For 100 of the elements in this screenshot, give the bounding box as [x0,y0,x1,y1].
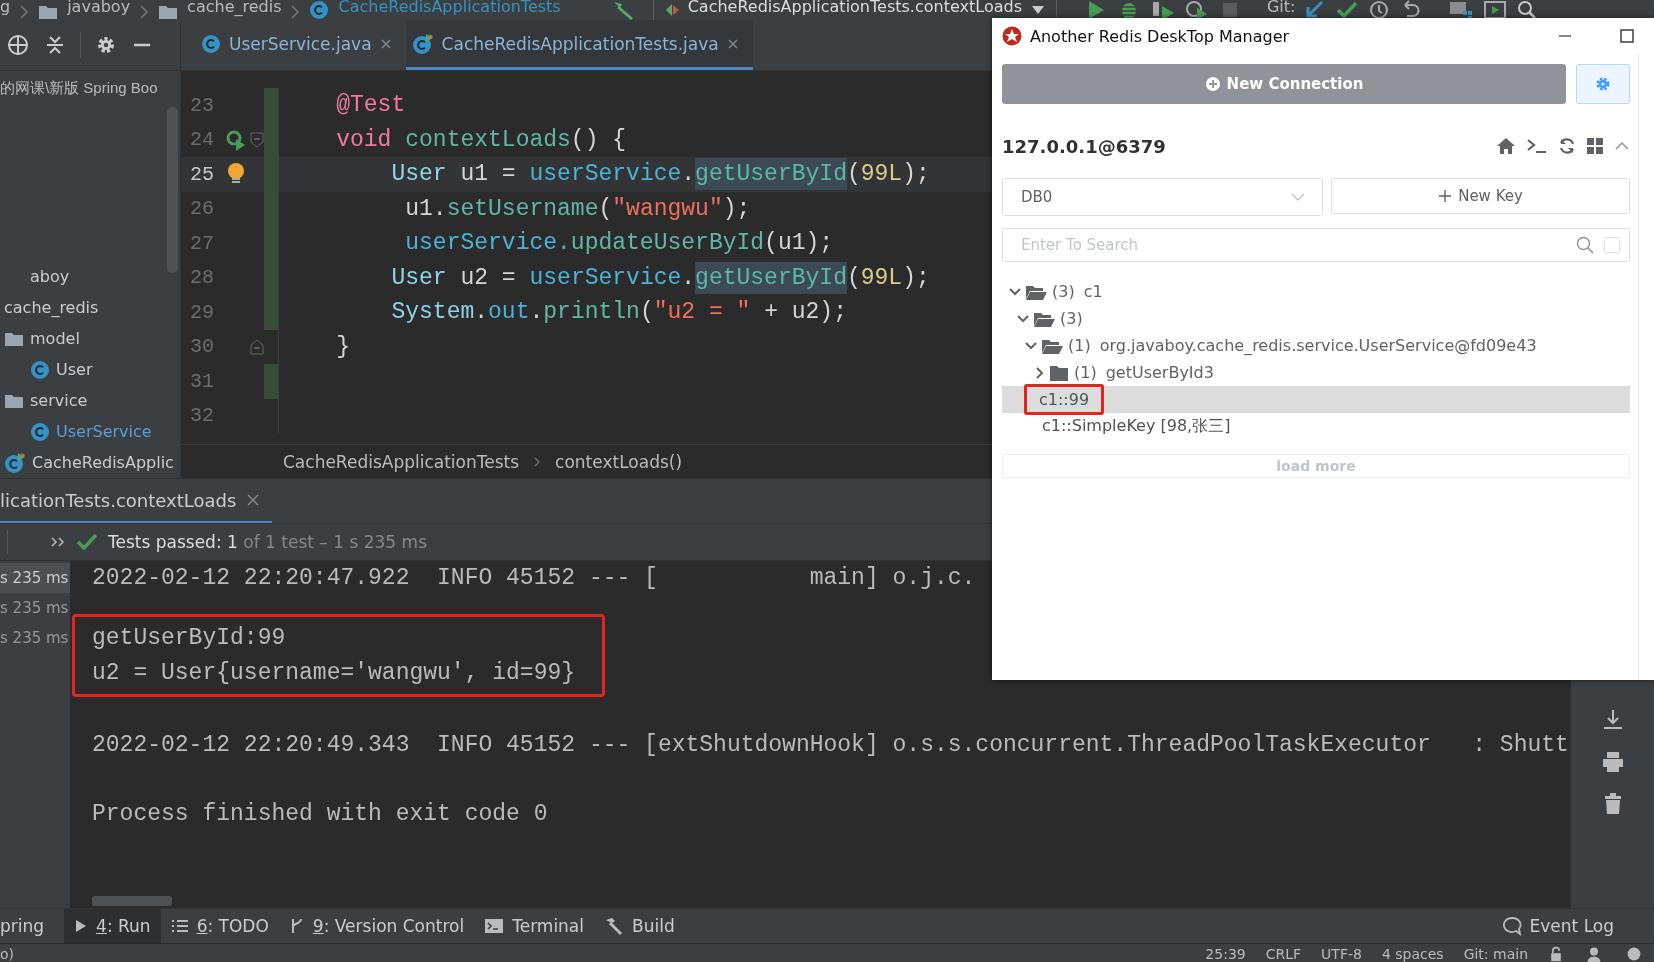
test-status: Tests passed: 1 of 1 test – 1 s 235 ms [108,532,427,552]
status-item[interactable]: UTF-8 [1321,945,1362,962]
chevron-icon [290,4,301,20]
tool-window-tab[interactable]: Build [594,909,685,943]
close-icon[interactable] [379,37,392,50]
tree-item[interactable]: (3) [1002,305,1630,332]
tool-window-tab[interactable]: 9: Version Control [278,909,475,943]
project-tree-item[interactable]: aboy [0,261,180,292]
speech-bubble-icon [1501,916,1522,936]
close-icon[interactable] [726,37,739,50]
new-key-button[interactable]: New Key [1331,178,1630,214]
breadcrumb-item[interactable]: cache_redis [187,0,282,20]
terminal-icon [484,918,505,934]
tool-window-tab[interactable]: 6: TODO [160,909,279,943]
status-item[interactable]: 25:39 [1205,945,1246,962]
database-select[interactable]: DB0 [1002,178,1323,216]
test-duration[interactable]: s 235 ms [0,563,70,593]
folder-icon [4,330,24,347]
fold-marker-icon[interactable] [250,338,265,355]
line-number: 25 [189,162,215,186]
editor-tab[interactable]: CacheRedisApplicationTests.java [405,20,753,70]
line-number: 32 [189,404,215,428]
app-logo-icon [1002,26,1022,46]
settings-icon [1595,76,1611,92]
code-line: void contextLoads() { [335,126,627,153]
breadcrumb-item[interactable]: g [0,0,11,20]
clock-icon[interactable] [1368,0,1391,20]
tree-item[interactable]: (1) getUserById3 [1002,359,1630,386]
project-tree-item[interactable]: cache_redis [0,292,180,323]
tool-window-tab[interactable]: Terminal [474,909,594,943]
terminal-icon[interactable] [1526,137,1548,155]
console-line: 2022-02-12 22:20:49.343 INFO 45152 --- [extShutdownHook] o.s.s.concurrent.ThreadPoolTaskExecutor : Shutt [92,730,1570,760]
structure-icon[interactable] [1448,0,1475,20]
plus-circle-icon [1204,76,1221,92]
code-line: User u1 = userService.getUserById(99L); [279,158,930,191]
tree-row[interactable]: c1::99 [1002,386,1630,413]
project-tree-item[interactable]: CacheRedisApplic [0,447,180,478]
breadcrumb-item[interactable]: javaboy [67,0,131,20]
line-number: 24 [189,128,215,152]
chevron-icon [533,455,542,468]
collapse-caret-icon[interactable] [1614,140,1630,152]
test-duration[interactable]: s 235 ms [0,593,70,623]
line-number: 30 [189,335,215,359]
breadcrumb-item[interactable]: contextLoads() [555,451,683,472]
project-tree-item[interactable]: model [0,323,180,354]
console-line: 2022-02-12 22:20:47.922 INFO 45152 --- [ main] o.j.c. [92,564,977,593]
line-number: 29 [189,300,215,324]
project-tree-item[interactable]: User [0,354,180,385]
check-icon[interactable] [1335,0,1360,20]
breadcrumb-item[interactable]: CacheRedisApplicationTests [283,451,520,472]
refresh-icon[interactable] [1558,137,1576,155]
test-duration[interactable]: s 235 ms [0,623,70,653]
print-icon[interactable] [1600,750,1625,774]
project-tree-item[interactable]: service [0,385,180,416]
plus-icon [1438,189,1453,203]
settings-icon[interactable] [95,34,117,56]
grid-icon[interactable] [1586,137,1604,155]
fold-marker-icon[interactable] [250,131,265,148]
home-icon[interactable] [1496,137,1516,155]
status-item[interactable]: CRLF [1265,945,1302,962]
search-icon [1576,236,1594,254]
editor-tab[interactable]: UserService.java [195,20,406,70]
locate-icon[interactable] [6,33,30,57]
code-line: @Test [335,92,406,119]
status-text: o) [0,945,15,962]
check-icon [76,532,98,552]
tool-window-tab[interactable]: pring [0,909,55,943]
list-icon [170,918,189,934]
chevron-down-icon [1290,192,1306,202]
tree-item[interactable]: c1::SimpleKey [98,张三] [1002,413,1630,440]
project-tree-item[interactable]: UserService [0,416,180,447]
key-name: c1::99 [1039,390,1090,409]
lock-icon[interactable] [1548,946,1564,962]
console-line: getUserById:99 [92,624,287,653]
close-icon[interactable] [246,493,261,507]
class-icon [309,0,330,20]
code-line: System.out.println("u2 = " + u2); [390,299,847,326]
run-window-icon[interactable] [1483,0,1508,20]
connection-name[interactable]: 127.0.0.1@6379 [1002,135,1166,157]
chevron-icon [19,4,30,20]
status-item[interactable]: 4 spaces [1381,945,1444,962]
double-chevron-icon[interactable] [50,536,66,548]
checkbox[interactable] [1604,237,1620,253]
code-line: User u2 = userService.getUserById(99L); [279,261,930,294]
tool-window-tab[interactable]: Event Log [1491,909,1624,943]
console-line: u2 = User{username='wangwu', id=99} [92,658,577,688]
class-icon [30,421,50,442]
tool-window-tab[interactable]: 4: Run [64,909,161,943]
maximize-icon[interactable] [1620,29,1634,43]
tree-item[interactable]: (3) c1 [1002,278,1630,305]
status-item[interactable]: Git: main [1463,945,1528,962]
class-icon [201,33,221,54]
project-path[interactable]: 的网课\新版 Spring Boo [0,73,180,103]
scrollbar-thumb[interactable] [92,896,172,906]
search-field[interactable]: Enter To Search [1002,228,1630,262]
code-line: userService.updateUserById(u1); [404,230,834,257]
code-line: u1.setUsername("wangwu"); [404,195,751,222]
chevron-icon [139,4,150,20]
tree-item[interactable]: (1) org.javaboy.cache_redis.service.UserService@fd09e43 [1002,332,1630,359]
line-number: 27 [189,231,215,255]
